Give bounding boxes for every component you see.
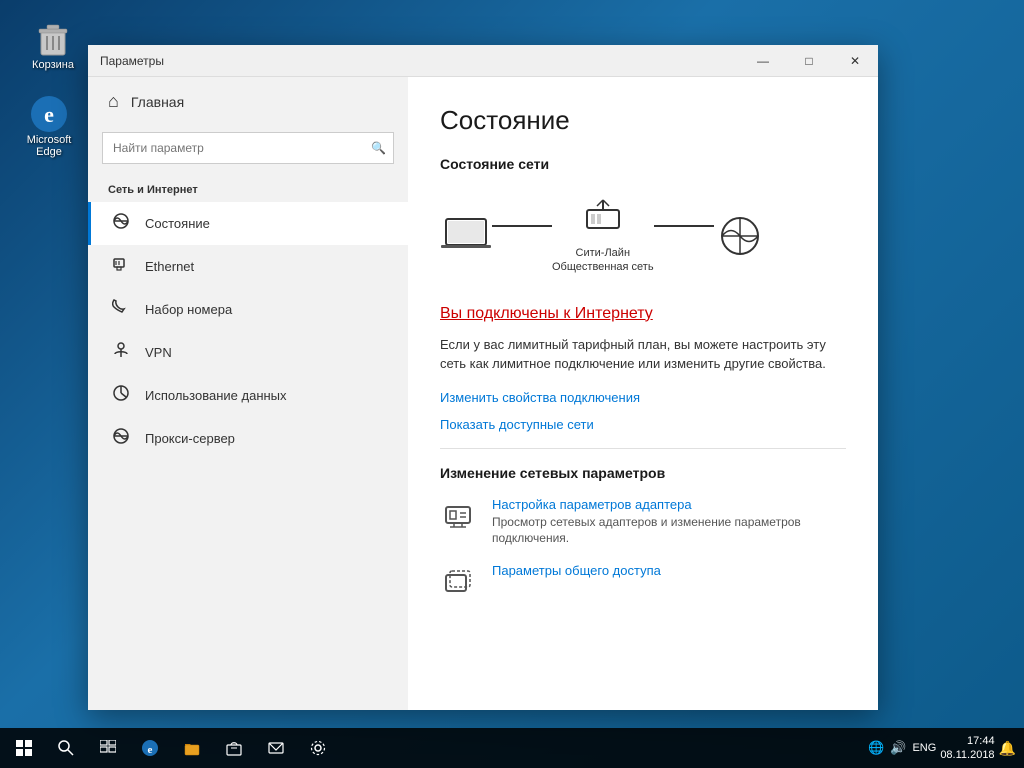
taskbar-edge-button[interactable]: e [130, 728, 170, 768]
taskbar-store-button[interactable] [214, 728, 254, 768]
vpn-nav-icon [111, 341, 131, 364]
taskbar-volume-icon: 🔊 [890, 740, 906, 756]
task-view-icon [100, 740, 116, 756]
recycle-bin-label: Корзина [32, 59, 74, 71]
taskbar-settings-icon [309, 739, 327, 757]
adapter-settings-item[interactable]: Настройка параметров адаптера Просмотр с… [440, 497, 846, 548]
start-button[interactable] [4, 728, 44, 768]
nav-proxy-label: Прокси-сервер [145, 431, 235, 446]
nav-vpn-label: VPN [145, 345, 172, 360]
ethernet-nav-icon [111, 255, 131, 278]
nav-dialup-label: Набор номера [145, 302, 232, 317]
nav-item-data-usage[interactable]: Использование данных [88, 374, 408, 417]
window-controls: — □ ✕ [740, 45, 878, 77]
desktop-icon-recycle-bin[interactable]: Корзина [18, 15, 88, 75]
taskbar-sys-icons: 🌐 🔊 ENG [868, 740, 936, 756]
taskbar-time: 17:44 [967, 734, 995, 748]
maximize-button[interactable]: □ [786, 45, 832, 77]
settings-window: Параметры — □ ✕ ⌂ Главная 🔍 Сеть и Интер… [88, 45, 878, 710]
nav-item-ethernet[interactable]: Ethernet [88, 245, 408, 288]
edge-label: Microsoft Edge [18, 134, 80, 158]
sharing-settings-text: Параметры общего доступа [492, 563, 661, 580]
laptop-device [440, 215, 492, 257]
taskbar-store-icon [225, 739, 243, 757]
section-divider [440, 448, 846, 449]
taskbar-mail-button[interactable] [256, 728, 296, 768]
dialup-nav-icon [111, 298, 131, 321]
taskbar: e [0, 728, 1024, 768]
search-input[interactable] [102, 132, 394, 164]
taskbar-left: e [0, 728, 338, 768]
sharing-settings-title: Параметры общего доступа [492, 563, 661, 578]
taskbar-mail-icon [267, 739, 285, 757]
taskbar-settings-button[interactable] [298, 728, 338, 768]
nav-status-label: Состояние [145, 216, 210, 231]
proxy-nav-icon [111, 427, 131, 450]
desktop-icon-edge[interactable]: e Microsoft Edge [14, 90, 84, 162]
globe-device [714, 215, 766, 257]
globe-icon [714, 215, 766, 257]
adapter-settings-icon [440, 497, 476, 533]
net-line-2 [654, 225, 714, 227]
taskbar-network-icon: 🌐 [868, 740, 884, 756]
main-content: Состояние Состояние сети [408, 77, 878, 710]
adapter-settings-text: Настройка параметров адаптера Просмотр с… [492, 497, 846, 548]
nav-item-proxy[interactable]: Прокси-сервер [88, 417, 408, 460]
window-body: ⌂ Главная 🔍 Сеть и Интернет Состояние [88, 77, 878, 710]
taskbar-edge-icon: e [141, 739, 159, 757]
taskbar-search-icon [58, 740, 74, 756]
nav-ethernet-label: Ethernet [145, 259, 194, 274]
status-nav-icon [111, 212, 131, 235]
start-icon [16, 740, 32, 756]
taskbar-lang-label: ENG [912, 742, 936, 754]
minimize-button[interactable]: — [740, 45, 786, 77]
info-text: Если у вас лимитный тарифный план, вы мо… [440, 335, 846, 374]
home-label: Главная [131, 94, 184, 110]
nav-item-dialup[interactable]: Набор номера [88, 288, 408, 331]
laptop-icon [440, 215, 492, 257]
taskbar-notification-icon[interactable]: 🔔 [999, 740, 1016, 757]
taskbar-datetime: 17:44 08.11.2018 [940, 734, 994, 763]
taskbar-explorer-button[interactable] [172, 728, 212, 768]
sidebar-section-title: Сеть и Интернет [88, 176, 408, 202]
data-usage-nav-icon [111, 384, 131, 407]
sidebar-search-container: 🔍 [102, 132, 394, 164]
network-node-label: Сити-Лайн Общественная сеть [552, 246, 654, 275]
nav-data-usage-label: Использование данных [145, 388, 287, 403]
sharing-settings-icon [440, 563, 476, 599]
recycle-bin-icon [33, 19, 73, 59]
adapter-settings-title: Настройка параметров адаптера [492, 497, 846, 512]
edge-icon: e [29, 94, 69, 134]
sharing-settings-item[interactable]: Параметры общего доступа [440, 563, 846, 599]
connected-text[interactable]: Вы подключены к Интернету [440, 305, 653, 323]
router-icon [577, 198, 629, 240]
page-title: Состояние [440, 105, 846, 136]
nav-item-vpn[interactable]: VPN [88, 331, 408, 374]
task-view-button[interactable] [88, 728, 128, 768]
taskbar-date: 08.11.2018 [940, 748, 994, 762]
window-title: Параметры [100, 54, 740, 68]
desktop: Корзина e Microsoft Edge Параметры — □ ✕… [0, 0, 1024, 768]
home-icon: ⌂ [108, 91, 119, 112]
link-networks[interactable]: Показать доступные сети [440, 417, 846, 432]
svg-text:e: e [44, 102, 54, 127]
close-button[interactable]: ✕ [832, 45, 878, 77]
taskbar-search-button[interactable] [46, 728, 86, 768]
taskbar-explorer-icon [183, 739, 201, 757]
svg-text:e: e [148, 744, 153, 756]
network-status-title: Состояние сети [440, 156, 846, 172]
nav-item-status[interactable]: Состояние [88, 202, 408, 245]
taskbar-right: 🌐 🔊 ENG 17:44 08.11.2018 🔔 [868, 734, 1024, 763]
change-settings-title: Изменение сетевых параметров [440, 465, 846, 481]
sidebar: ⌂ Главная 🔍 Сеть и Интернет Состояние [88, 77, 408, 710]
adapter-settings-desc: Просмотр сетевых адаптеров и изменение п… [492, 514, 846, 548]
search-icon: 🔍 [371, 141, 386, 155]
net-line-1 [492, 225, 552, 227]
link-properties[interactable]: Изменить свойства подключения [440, 390, 846, 405]
router-device: Сити-Лайн Общественная сеть [552, 198, 654, 275]
window-titlebar: Параметры — □ ✕ [88, 45, 878, 77]
network-diagram: Сити-Лайн Общественная сеть [440, 188, 846, 285]
sidebar-home-button[interactable]: ⌂ Главная [88, 77, 408, 126]
